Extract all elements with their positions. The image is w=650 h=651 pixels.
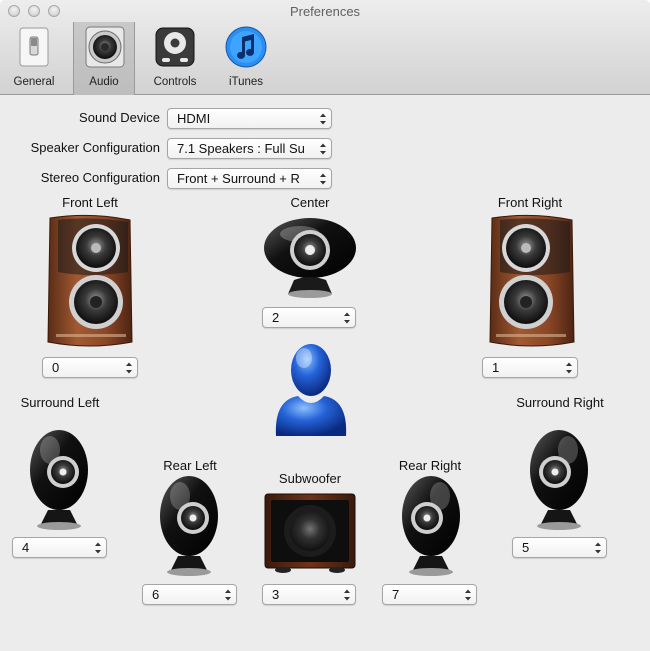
popup-arrows-icon <box>319 172 327 186</box>
speaker-configuration-popup[interactable]: 7.1 Speakers : Full Su <box>167 138 332 159</box>
subwoofer-channel-popup[interactable]: 3 <box>262 584 356 605</box>
surround-right-label: Surround Right <box>516 395 604 410</box>
center-label: Center <box>290 195 330 210</box>
tab-controls[interactable]: Controls <box>144 22 206 90</box>
surround-left-label: Surround Left <box>20 395 100 410</box>
popup-arrows-icon <box>343 588 351 602</box>
tab-controls-label: Controls <box>153 76 197 88</box>
speaker-configuration-label: Speaker Configuration <box>30 140 160 155</box>
front-right-channel-value: 1 <box>492 360 500 375</box>
listener-person-icon <box>270 340 352 441</box>
subwoofer-label: Subwoofer <box>278 471 342 486</box>
sound-device-value: HDMI <box>177 111 211 126</box>
surround-left-speaker-icon <box>26 428 92 535</box>
preferences-window: Preferences General Audio Controls iTune… <box>0 0 650 651</box>
surround-right-channel-popup[interactable]: 5 <box>512 537 607 558</box>
center-speaker-icon <box>262 214 358 301</box>
center-channel-popup[interactable]: 2 <box>262 307 356 328</box>
front-left-speaker-icon <box>44 214 136 355</box>
popup-arrows-icon <box>319 112 327 126</box>
tab-audio-label: Audio <box>89 76 119 88</box>
popup-arrows-icon <box>565 361 573 375</box>
subwoofer-speaker-icon <box>263 492 357 577</box>
speaker-icon <box>83 25 127 69</box>
front-right-speaker-icon <box>486 214 578 355</box>
rear-right-speaker-icon <box>398 474 464 581</box>
popup-arrows-icon <box>125 361 133 375</box>
sound-device-label: Sound Device <box>79 110 160 125</box>
popup-arrows-icon <box>594 541 602 555</box>
popup-arrows-icon <box>94 541 102 555</box>
stereo-configuration-value: Front + Surround + R <box>177 171 300 186</box>
surround-left-channel-popup[interactable]: 4 <box>12 537 107 558</box>
surround-left-channel-value: 4 <box>22 540 30 555</box>
rear-right-channel-popup[interactable]: 7 <box>382 584 477 605</box>
popup-arrows-icon <box>319 142 327 156</box>
music-note-icon <box>224 25 268 69</box>
rear-left-speaker-icon <box>156 474 222 581</box>
tab-audio[interactable]: Audio <box>73 22 135 95</box>
popup-arrows-icon <box>343 311 351 325</box>
surround-right-speaker-icon <box>526 428 592 535</box>
popup-arrows-icon <box>224 588 232 602</box>
popup-arrows-icon <box>464 588 472 602</box>
surround-right-channel-value: 5 <box>522 540 530 555</box>
sound-device-popup[interactable]: HDMI <box>167 108 332 129</box>
subwoofer-channel-value: 3 <box>272 587 280 602</box>
front-right-channel-popup[interactable]: 1 <box>482 357 578 378</box>
rear-right-label: Rear Right <box>398 458 462 473</box>
switch-icon <box>12 25 56 69</box>
tab-general-label: General <box>13 76 55 88</box>
tab-itunes[interactable]: iTunes <box>215 22 277 90</box>
stereo-configuration-label: Stereo Configuration <box>40 170 160 185</box>
tab-general[interactable]: General <box>3 22 65 90</box>
front-left-label: Front Left <box>62 195 118 210</box>
front-left-channel-popup[interactable]: 0 <box>42 357 138 378</box>
rear-left-channel-value: 6 <box>152 587 160 602</box>
rear-right-channel-value: 7 <box>392 587 400 602</box>
remote-icon <box>153 25 197 69</box>
window-toolbar: Preferences General Audio Controls iTune… <box>0 0 650 95</box>
speaker-configuration-value: 7.1 Speakers : Full Su <box>177 141 305 156</box>
window-title: Preferences <box>289 4 361 19</box>
stereo-configuration-popup[interactable]: Front + Surround + R <box>167 168 332 189</box>
rear-left-channel-popup[interactable]: 6 <box>142 584 237 605</box>
rear-left-label: Rear Left <box>163 458 217 473</box>
front-right-label: Front Right <box>497 195 563 210</box>
center-channel-value: 2 <box>272 310 280 325</box>
tab-itunes-label: iTunes <box>228 76 264 88</box>
front-left-channel-value: 0 <box>52 360 60 375</box>
